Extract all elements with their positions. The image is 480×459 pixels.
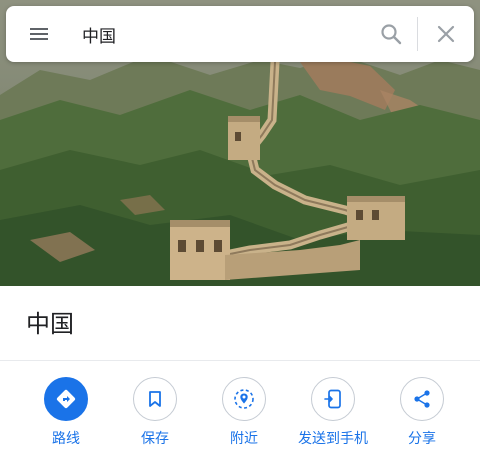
clear-search-button[interactable] <box>418 6 474 62</box>
directions-button[interactable]: 路线 <box>21 377 111 448</box>
bookmark-icon <box>149 391 161 407</box>
share-icon <box>414 390 430 408</box>
save-circle <box>133 377 177 421</box>
place-title: 中国 <box>26 310 74 338</box>
action-bar: 路线 保存 附近 发送到手机 分享 <box>0 377 480 457</box>
nearby-button[interactable]: 附近 <box>199 377 289 448</box>
send-to-phone-icon <box>324 389 341 409</box>
directions-circle <box>44 377 88 421</box>
share-circle <box>400 377 444 421</box>
search-icon <box>381 24 402 45</box>
save-button[interactable]: 保存 <box>110 377 200 448</box>
hamburger-menu-icon <box>30 28 48 40</box>
send-to-phone-button[interactable]: 发送到手机 <box>288 377 378 448</box>
share-button[interactable]: 分享 <box>377 377 467 448</box>
search-button[interactable] <box>365 6 417 62</box>
directions-label: 路线 <box>52 431 80 447</box>
directions-icon <box>56 389 76 409</box>
share-label: 分享 <box>408 431 436 447</box>
search-input[interactable]: 中国 <box>72 22 365 47</box>
send-to-phone-circle <box>311 377 355 421</box>
nearby-circle <box>222 377 266 421</box>
close-icon <box>437 25 455 43</box>
save-label: 保存 <box>141 431 169 447</box>
menu-button[interactable] <box>6 6 72 62</box>
section-divider <box>0 360 480 361</box>
send-to-phone-label: 发送到手机 <box>298 431 368 447</box>
nearby-pin-icon <box>234 389 254 409</box>
search-bar: 中国 <box>6 6 474 62</box>
nearby-label: 附近 <box>230 431 258 447</box>
